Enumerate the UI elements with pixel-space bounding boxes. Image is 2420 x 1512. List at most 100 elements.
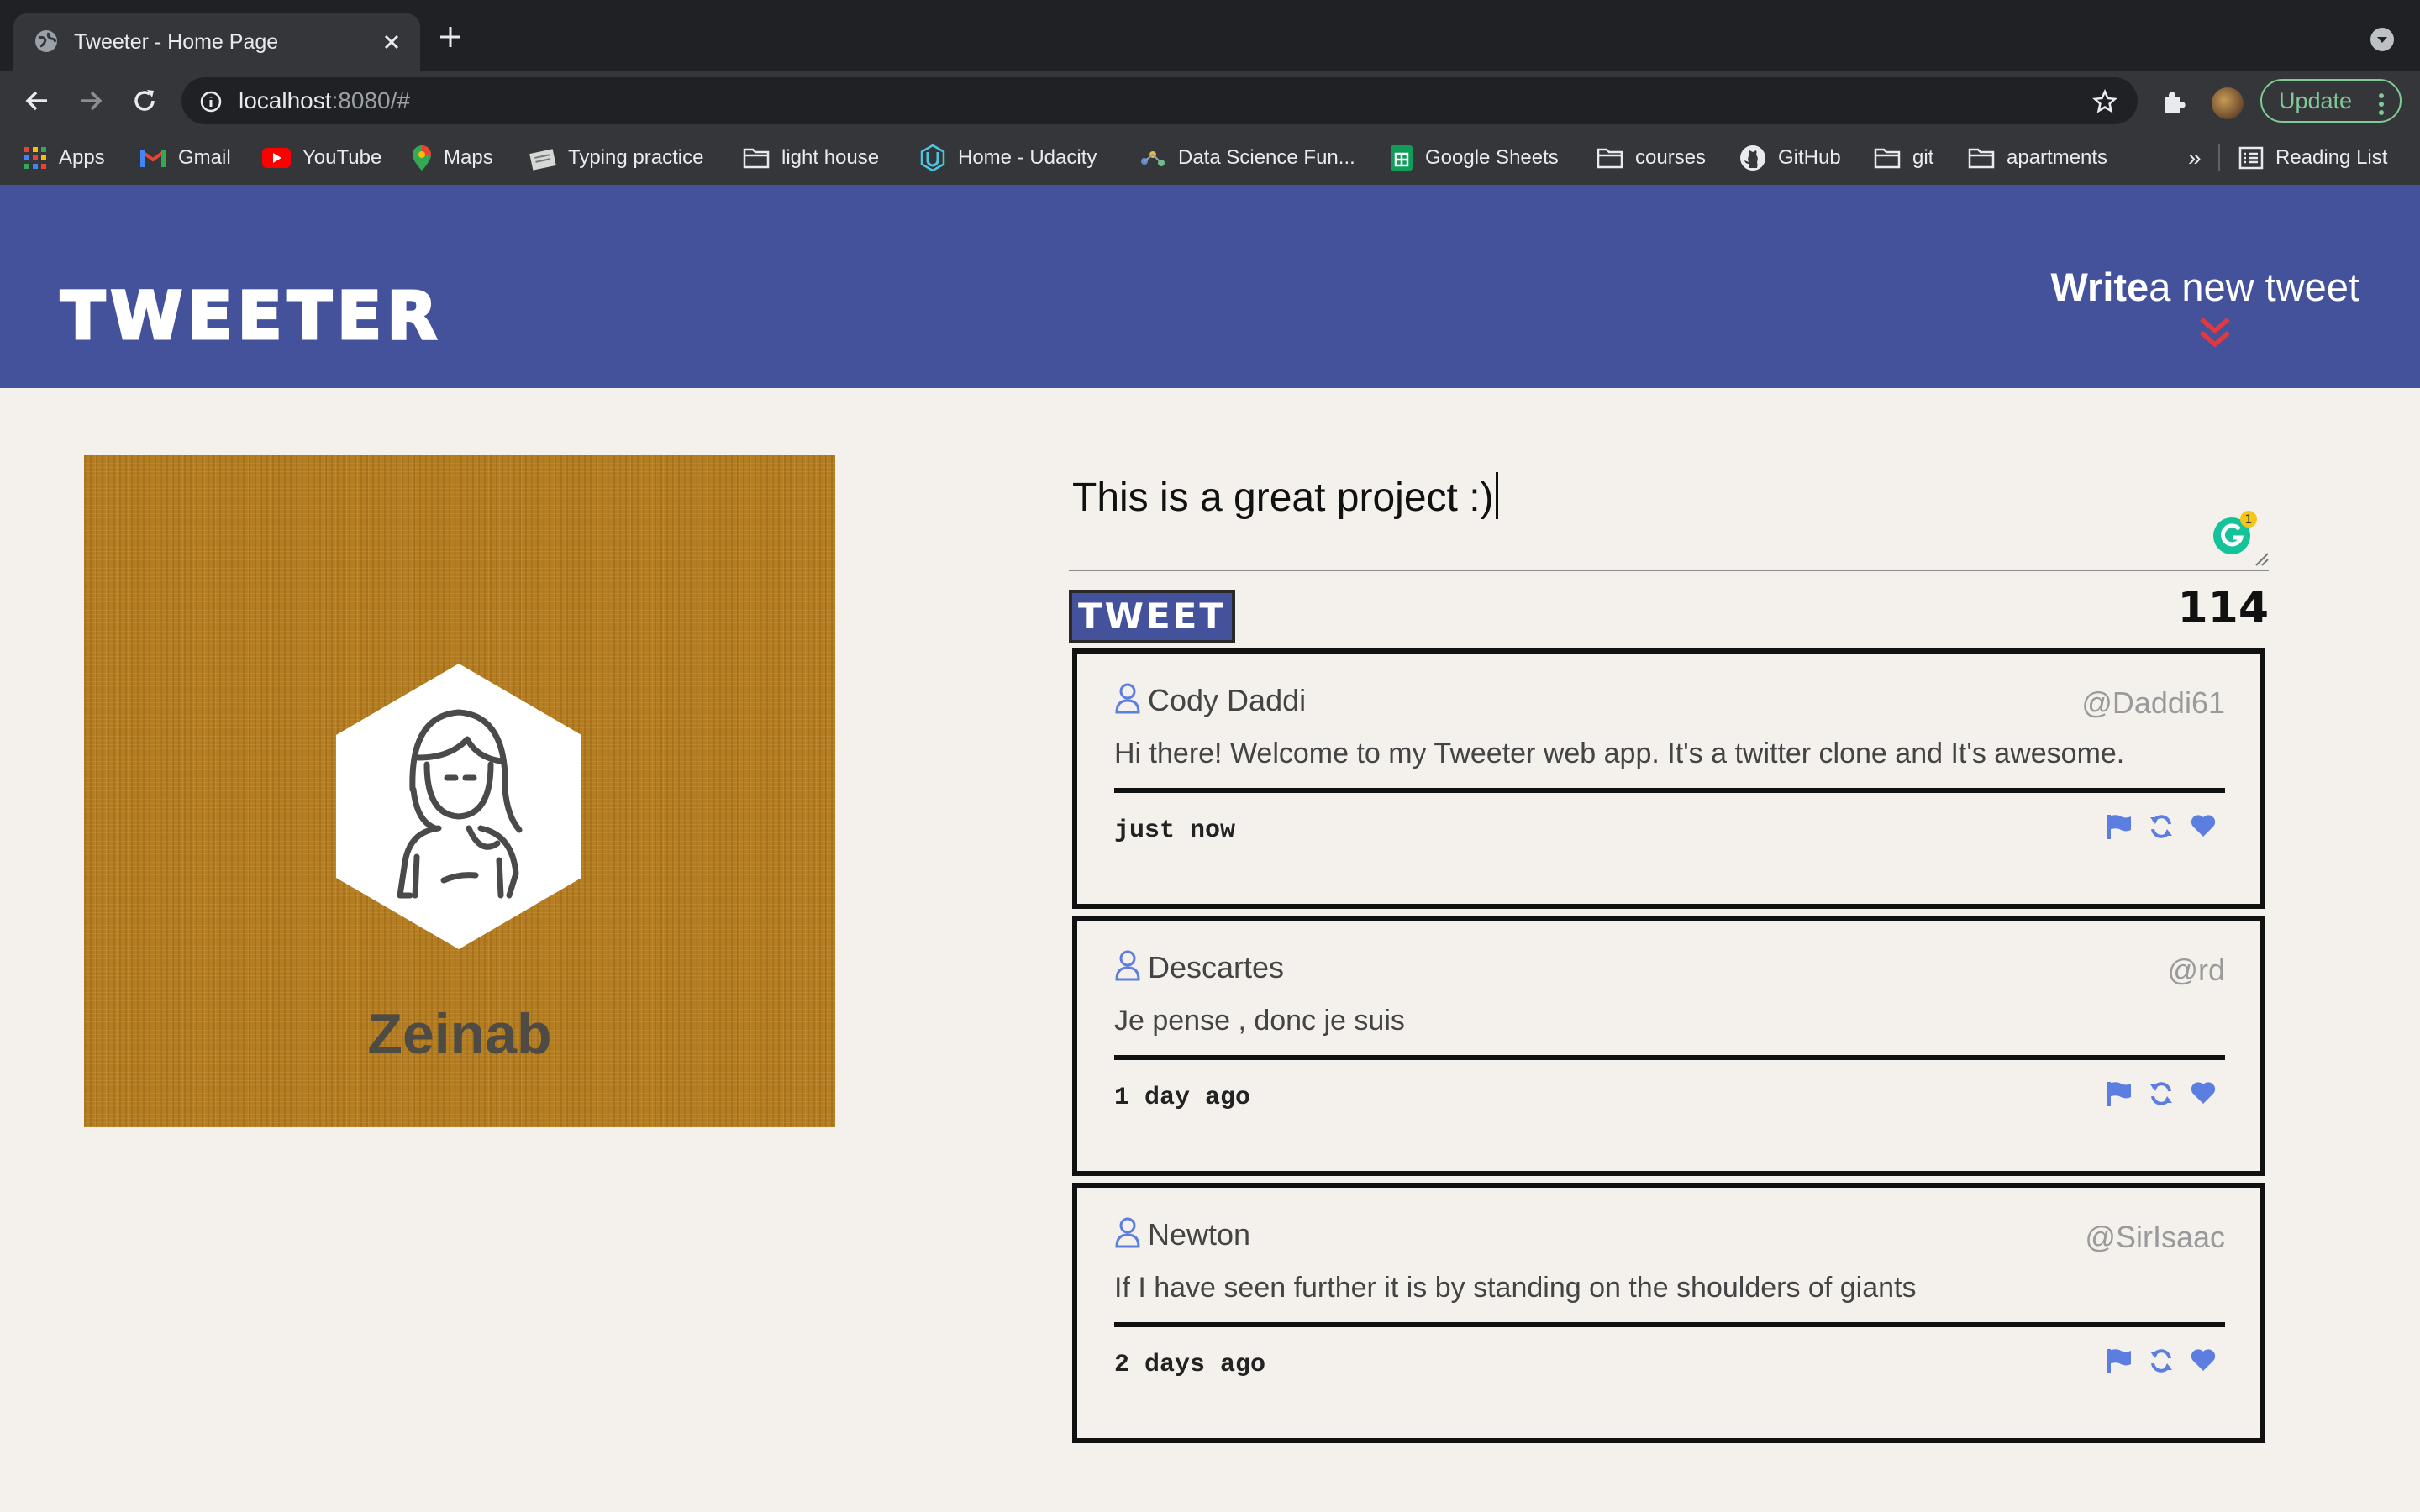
flag-icon[interactable]	[2106, 1347, 2133, 1378]
bookmark-label: Typing practice	[568, 146, 704, 169]
flag-icon[interactable]	[2106, 1080, 2133, 1111]
bookmark-maps[interactable]: Maps	[412, 131, 493, 185]
tweet-author-name: Descartes	[1148, 949, 1285, 984]
github-icon	[1739, 144, 1766, 171]
bookmarks-divider	[2218, 144, 2220, 171]
grammarly-icon[interactable]: 1	[2212, 509, 2259, 560]
tweet-divider	[1114, 1322, 2225, 1327]
address-bar[interactable]: localhost:8080/#	[182, 77, 2138, 124]
bookmark-apartments[interactable]: apartments	[1968, 131, 2107, 185]
bookmark-label: Gmail	[178, 146, 231, 169]
gmail-icon	[139, 148, 166, 168]
bookmark-gmail[interactable]: Gmail	[139, 131, 231, 185]
tweet-card: Descartes @rd Je pense , donc je suis 1 …	[1072, 916, 2265, 1176]
bookmark-light-house[interactable]: light house	[743, 131, 879, 185]
tweet-user: Descartes	[1114, 949, 1284, 985]
app-logo: TWEETER	[59, 278, 443, 356]
bookmark-label: Data Science Fun...	[1178, 146, 1355, 169]
apps-grid-icon	[24, 146, 47, 170]
tweet-divider	[1114, 1055, 2225, 1060]
globe-icon	[34, 29, 59, 58]
user-icon	[1114, 949, 1141, 985]
bookmark-label: Maps	[444, 146, 493, 169]
retweet-icon[interactable]	[2148, 813, 2175, 844]
app-header: TWEETER Writea new tweet	[0, 185, 2420, 388]
bookmark-typing-practice[interactable]: Typing practice	[529, 131, 703, 185]
tweet-timestamp: 1 day ago	[1114, 1084, 1251, 1112]
tweet-actions	[2106, 1347, 2217, 1378]
double-chevron-down-icon[interactable]	[2198, 316, 2232, 354]
resize-grip-icon[interactable]	[2254, 551, 2269, 570]
sheets-icon	[1390, 144, 1413, 171]
bookmark-apps[interactable]: Apps	[24, 131, 105, 185]
site-info-icon[interactable]	[200, 91, 222, 117]
extensions-puzzle-icon[interactable]	[2160, 89, 2186, 120]
bookmark-label: light house	[781, 146, 880, 169]
bookmark-udacity[interactable]: Home - Udacity	[919, 131, 1097, 185]
tweet-author-name: Newton	[1148, 1216, 1251, 1252]
character-counter: 114	[2177, 583, 2269, 633]
bookmark-github[interactable]: GitHub	[1739, 131, 1841, 185]
text-caret	[1495, 472, 1498, 519]
folder-icon	[1874, 147, 1901, 169]
tweet-handle: @rd	[2167, 953, 2225, 987]
heart-icon[interactable]	[2190, 1080, 2217, 1111]
browser-toolbar: localhost:8080/# Update	[0, 71, 2420, 131]
more-vert-icon	[2378, 89, 2385, 129]
reload-icon[interactable]	[129, 86, 160, 120]
browser-tabstrip: Tweeter - Home Page	[0, 0, 2420, 71]
compose-underline	[1069, 570, 2269, 571]
tweet-user: Newton	[1114, 1216, 1250, 1252]
url-text: localhost:8080/#	[239, 87, 410, 113]
retweet-icon[interactable]	[2148, 1080, 2175, 1111]
reading-list-button[interactable]: Reading List	[2238, 131, 2387, 185]
bookmark-youtube[interactable]: YouTube	[262, 131, 381, 185]
youtube-icon	[262, 148, 291, 168]
tweet-author-name: Cody Daddi	[1148, 682, 1307, 717]
heart-icon[interactable]	[2190, 1347, 2217, 1378]
typing-icon	[529, 144, 556, 171]
close-icon[interactable]	[380, 30, 403, 58]
back-arrow-icon[interactable]	[22, 86, 52, 120]
flag-icon[interactable]	[2106, 813, 2133, 844]
bookmark-data-science[interactable]: Data Science Fun...	[1139, 131, 1355, 185]
tweet-handle: @Daddi61	[2081, 685, 2225, 720]
user-icon	[1114, 1216, 1141, 1252]
profile-card: Zeinab	[84, 455, 835, 1127]
tweet-text: If I have seen further it is by standing…	[1114, 1272, 1917, 1304]
tab-search-icon[interactable]	[2370, 27, 2395, 56]
tweet-text: Hi there! Welcome to my Tweeter web app.…	[1114, 738, 2125, 769]
bookmark-label: GitHub	[1778, 146, 1841, 169]
tweet-timestamp: just now	[1114, 816, 1236, 845]
bookmark-label: git	[1912, 146, 1934, 169]
forward-arrow-icon[interactable]	[76, 86, 106, 120]
browser-tab[interactable]: Tweeter - Home Page	[13, 13, 420, 71]
bookmarks-bar: Apps Gmail YouTube Maps Typing practice …	[0, 131, 2420, 185]
heart-icon[interactable]	[2190, 813, 2217, 844]
write-new-tweet-link[interactable]: Writea new tweet	[2051, 264, 2360, 310]
user-icon	[1114, 682, 1141, 718]
folder-icon	[743, 147, 770, 169]
maps-icon	[412, 144, 432, 171]
bookmark-courses[interactable]: courses	[1597, 131, 1706, 185]
bookmark-git[interactable]: git	[1874, 131, 1933, 185]
bookmark-label: Apps	[59, 146, 105, 169]
bookmark-label: YouTube	[302, 146, 382, 169]
reading-list-icon	[2238, 146, 2264, 170]
user-avatar-icon	[333, 664, 585, 953]
bookmark-google-sheets[interactable]: Google Sheets	[1390, 131, 1559, 185]
bookmarks-overflow-button[interactable]: »	[2188, 131, 2202, 185]
retweet-icon[interactable]	[2148, 1347, 2175, 1378]
tweet-button[interactable]: TWEET	[1069, 590, 1235, 643]
tweet-timestamp: 2 days ago	[1114, 1351, 1266, 1379]
new-tab-icon[interactable]	[439, 25, 462, 53]
folder-icon	[1597, 147, 1623, 169]
bookmark-label: courses	[1635, 146, 1707, 169]
update-button[interactable]: Update	[2260, 79, 2402, 123]
bookmark-star-icon[interactable]	[2091, 88, 2118, 118]
tweet-textarea[interactable]: This is a great project :)	[1072, 472, 1498, 521]
tab-title: Tweeter - Home Page	[74, 30, 279, 54]
profile-name: Zeinab	[367, 1002, 552, 1066]
reading-list-label: Reading List	[2275, 146, 2388, 169]
profile-avatar[interactable]	[2212, 87, 2244, 119]
